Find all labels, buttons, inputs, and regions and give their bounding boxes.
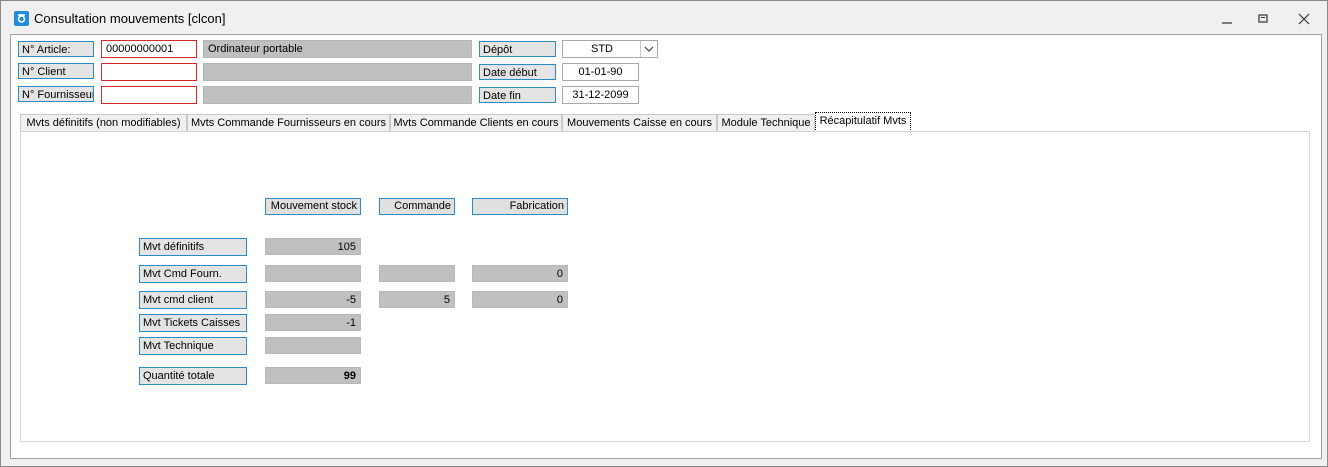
tab-commande-clients[interactable]: Mvts Commande Clients en cours — [390, 114, 562, 132]
date-end-input[interactable]: 31-12-2099 — [562, 86, 639, 104]
cmd-client-fabrication-value: 0 — [472, 291, 568, 308]
title-bar: Consultation mouvements [clcon] — [1, 1, 1327, 33]
client-name-field — [203, 63, 472, 81]
row-label-technique: Mvt Technique — [139, 337, 247, 355]
row-label-cmd-client: Mvt cmd client — [139, 291, 247, 309]
app-icon — [14, 11, 29, 26]
tab-commande-fournisseurs[interactable]: Mvts Commande Fournisseurs en cours — [187, 114, 390, 132]
date-end-label: Date fin — [479, 87, 556, 103]
supplier-label: N° Fournisseur — [18, 86, 94, 102]
cmd-client-commande-value: 5 — [379, 291, 455, 308]
tab-mvts-definitifs[interactable]: Mvts définitifs (non modifiables) — [20, 114, 187, 132]
supplier-name-field — [203, 86, 472, 104]
tab-recapitulatif[interactable]: Récapitulatif Mvts — [815, 112, 911, 132]
chevron-down-icon — [644, 46, 654, 52]
date-start-label: Date début — [479, 64, 556, 80]
depot-value: STD — [591, 43, 613, 55]
window-title: Consultation mouvements [clcon] — [34, 11, 226, 26]
date-start-input[interactable]: 01-01-90 — [562, 63, 639, 81]
minimize-button[interactable] — [1209, 7, 1245, 29]
column-header-stock: Mouvement stock — [265, 198, 361, 215]
recap-panel: Mouvement stock Commande Fabrication Mvt… — [20, 131, 1310, 442]
restore-icon — [1258, 14, 1268, 23]
row-label-definitifs: Mvt définitifs — [139, 238, 247, 256]
client-input[interactable] — [101, 63, 197, 81]
depot-dropdown-button[interactable] — [640, 41, 657, 57]
content-area: N° Article: 00000000001 Ordinateur porta… — [10, 34, 1322, 459]
technique-stock-value — [265, 337, 361, 354]
tab-module-technique[interactable]: Module Technique — [717, 114, 815, 132]
client-label: N° Client — [18, 63, 94, 79]
depot-label: Dépôt — [479, 41, 556, 57]
row-label-cmd-fourn: Mvt Cmd Fourn. — [139, 265, 247, 283]
restore-button[interactable] — [1245, 7, 1281, 29]
column-header-fabrication: Fabrication — [472, 198, 568, 215]
supplier-input[interactable] — [101, 86, 197, 104]
row-label-quantite-totale: Quantité totale — [139, 367, 247, 385]
minimize-icon — [1222, 22, 1232, 24]
close-button[interactable] — [1286, 7, 1322, 29]
article-input[interactable]: 00000000001 — [101, 40, 197, 58]
cmd-fourn-commande-value — [379, 265, 455, 282]
cmd-fourn-stock-value — [265, 265, 361, 282]
cmd-client-stock-value: -5 — [265, 291, 361, 308]
article-label: N° Article: — [18, 41, 94, 57]
quantite-totale-value: 99 — [265, 367, 361, 384]
close-icon — [1298, 13, 1310, 25]
tickets-caisses-stock-value: -1 — [265, 314, 361, 331]
window: Consultation mouvements [clcon] N° Artic… — [0, 0, 1328, 467]
tab-mouvements-caisse[interactable]: Mouvements Caisse en cours — [562, 114, 717, 132]
row-label-tickets-caisses: Mvt Tickets Caisses — [139, 314, 247, 332]
column-header-commande: Commande — [379, 198, 455, 215]
article-name-field: Ordinateur portable — [203, 40, 472, 58]
depot-select[interactable]: STD — [562, 40, 658, 58]
definitifs-stock-value: 105 — [265, 238, 361, 255]
cmd-fourn-fabrication-value: 0 — [472, 265, 568, 282]
